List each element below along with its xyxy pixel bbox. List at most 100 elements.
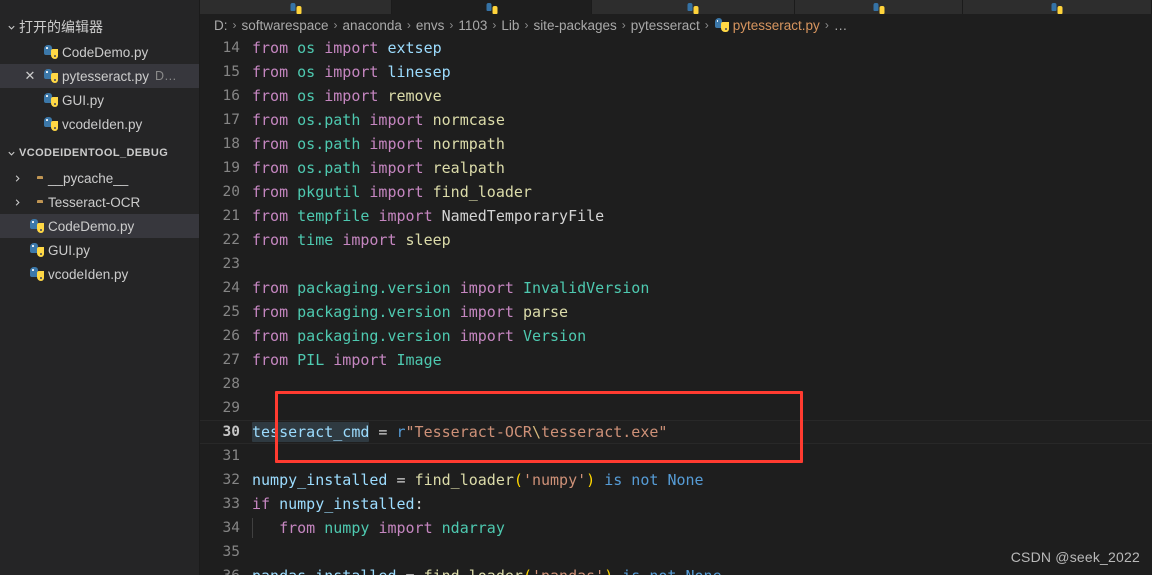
- python-file-icon: [30, 267, 44, 281]
- line-number: 22: [222, 232, 240, 248]
- breadcrumb-segment[interactable]: Lib: [501, 18, 519, 33]
- code-line[interactable]: 25 from packaging.version import parse: [200, 300, 1152, 324]
- code-line[interactable]: 22 from time import sleep: [200, 228, 1152, 252]
- editor-tab-5[interactable]: [963, 0, 1152, 14]
- code-line-content: from os import linesep: [252, 63, 1152, 81]
- breadcrumb[interactable]: D: › softwarespace › anaconda › envs › 1103 › Lib ›…: [200, 14, 1152, 36]
- breadcrumb-segment[interactable]: envs: [416, 18, 445, 33]
- breadcrumb-segment[interactable]: pytesseract.py: [733, 18, 820, 33]
- python-file-icon: [30, 243, 44, 257]
- open-editor-item[interactable]: vcodeIden.py: [0, 112, 199, 136]
- project-header[interactable]: VCODEIDENTOOL_DEBUG: [0, 140, 199, 166]
- file-tree-item-folder[interactable]: Tesseract-OCR: [0, 190, 199, 214]
- file-tree-item-file[interactable]: CodeDemo.py: [0, 214, 199, 238]
- code-line[interactable]: 31: [200, 444, 1152, 468]
- code-line[interactable]: 21 from tempfile import NamedTemporaryFil…: [200, 204, 1152, 228]
- code-line-content: from os.path import normpath: [252, 135, 1152, 153]
- breadcrumb-separator-icon: ›: [406, 18, 411, 32]
- editor-tab-1[interactable]: [200, 0, 392, 14]
- code-token: find_loader: [432, 183, 532, 201]
- code-line[interactable]: 20 from pkgutil import find_loader: [200, 180, 1152, 204]
- line-number: 21: [222, 208, 240, 224]
- code-token: pandas_installed: [252, 567, 397, 575]
- code-line[interactable]: 15 from os import linesep: [200, 60, 1152, 84]
- code-token: from: [252, 39, 298, 57]
- breadcrumb-segment[interactable]: D:: [214, 18, 228, 33]
- code-token: tesseract_cmd: [252, 422, 370, 442]
- editor-tab-2[interactable]: [392, 0, 592, 14]
- file-tree-item-label: __pycache__: [48, 170, 129, 186]
- code-line[interactable]: 36pandas_installed = find_loader('pandas…: [200, 564, 1152, 575]
- breadcrumb-segment[interactable]: pytesseract: [631, 18, 700, 33]
- code-token: from: [252, 111, 298, 129]
- code-token: numpy_installed: [252, 471, 388, 489]
- breadcrumb-segment[interactable]: site-packages: [533, 18, 616, 33]
- code-token: remove: [387, 87, 442, 105]
- file-tree-item-label: CodeDemo.py: [48, 218, 135, 234]
- code-token: numpy_installed: [279, 495, 415, 513]
- code-line-content: pandas_installed = find_loader('pandas')…: [252, 567, 1152, 575]
- code-token: from: [252, 207, 298, 225]
- open-editor-item[interactable]: ✕ pytesseract.py D…: [0, 64, 199, 88]
- code-line[interactable]: 19 from os.path import realpath: [200, 156, 1152, 180]
- code-token: PIL: [297, 351, 325, 369]
- code-line[interactable]: 35: [200, 540, 1152, 564]
- editor-tab-4[interactable]: [795, 0, 963, 14]
- code-token: (: [523, 567, 532, 575]
- line-number: 19: [222, 160, 240, 176]
- code-line[interactable]: 17 from os.path import normcase: [200, 108, 1152, 132]
- file-tree-item-folder[interactable]: __pycache__: [0, 166, 199, 190]
- code-token: parse: [522, 303, 569, 321]
- file-tree-item-file[interactable]: GUI.py: [0, 238, 199, 262]
- code-line-content: from os import remove: [252, 87, 1152, 105]
- code-line[interactable]: 24 from packaging.version import InvalidV…: [200, 276, 1152, 300]
- breadcrumb-segment[interactable]: anaconda: [343, 18, 402, 33]
- breadcrumb-segment[interactable]: …: [834, 18, 848, 33]
- open-editor-item[interactable]: GUI.py: [0, 88, 199, 112]
- project-file-tree: __pycache__ Tesseract-OCR CodeDemo.py GUI.p…: [0, 166, 199, 286]
- line-number: 20: [222, 184, 240, 200]
- chevron-right-icon[interactable]: [8, 174, 26, 183]
- close-icon[interactable]: ✕: [20, 68, 40, 84]
- breadcrumb-separator-icon: ›: [704, 18, 709, 32]
- explorer-sidebar: 打开的编辑器 CodeDemo.py ✕ pytesseract.py D… GUI.p…: [0, 14, 200, 575]
- code-token: os.path: [297, 159, 361, 177]
- code-line[interactable]: 14 from os import extsep: [200, 36, 1152, 60]
- line-number: 25: [222, 304, 240, 320]
- open-editor-item[interactable]: CodeDemo.py: [0, 40, 199, 64]
- code-line[interactable]: 18 from os.path import normpath: [200, 132, 1152, 156]
- file-tree-item-file[interactable]: vcodeIden.py: [0, 262, 199, 286]
- code-line[interactable]: 30 tesseract_cmd = r"Tesseract-OCR\tesser…: [200, 420, 1152, 444]
- code-line-content: from os.path import realpath: [252, 159, 1152, 177]
- code-line-content: from packaging.version import parse: [252, 303, 1152, 321]
- breadcrumb-separator-icon: ›: [449, 18, 454, 32]
- code-line[interactable]: 23: [200, 252, 1152, 276]
- code-token: from: [252, 87, 298, 105]
- indent-guide: [252, 518, 253, 538]
- breadcrumb-segment[interactable]: softwarespace: [242, 18, 329, 33]
- code-line[interactable]: 16 from os import remove: [200, 84, 1152, 108]
- code-line[interactable]: 29: [200, 396, 1152, 420]
- code-line[interactable]: 26 from packaging.version import Version: [200, 324, 1152, 348]
- code-line-content: if numpy_installed:: [252, 495, 1152, 513]
- code-token: time: [297, 231, 334, 249]
- open-editors-header[interactable]: 打开的编辑器: [0, 14, 199, 40]
- code-line[interactable]: 33 if numpy_installed:: [200, 492, 1152, 516]
- code-token: find_loader: [424, 567, 523, 575]
- chevron-right-icon[interactable]: [8, 198, 26, 207]
- python-file-icon: [290, 3, 301, 14]
- code-line[interactable]: 27 from PIL import Image: [200, 348, 1152, 372]
- code-token: 'numpy': [522, 471, 587, 489]
- code-editor[interactable]: 14 from os import extsep 15 from os import …: [200, 36, 1152, 575]
- code-token: import: [459, 303, 523, 321]
- python-file-icon: [44, 69, 58, 83]
- breadcrumb-segment[interactable]: 1103: [458, 18, 487, 33]
- code-token: None: [686, 567, 722, 575]
- code-line[interactable]: 32 numpy_installed = find_loader('numpy')…: [200, 468, 1152, 492]
- code-line[interactable]: 28: [200, 372, 1152, 396]
- code-line[interactable]: 34 from numpy import ndarray: [200, 516, 1152, 540]
- line-number: 29: [222, 400, 240, 416]
- editor-tab-3[interactable]: [592, 0, 795, 14]
